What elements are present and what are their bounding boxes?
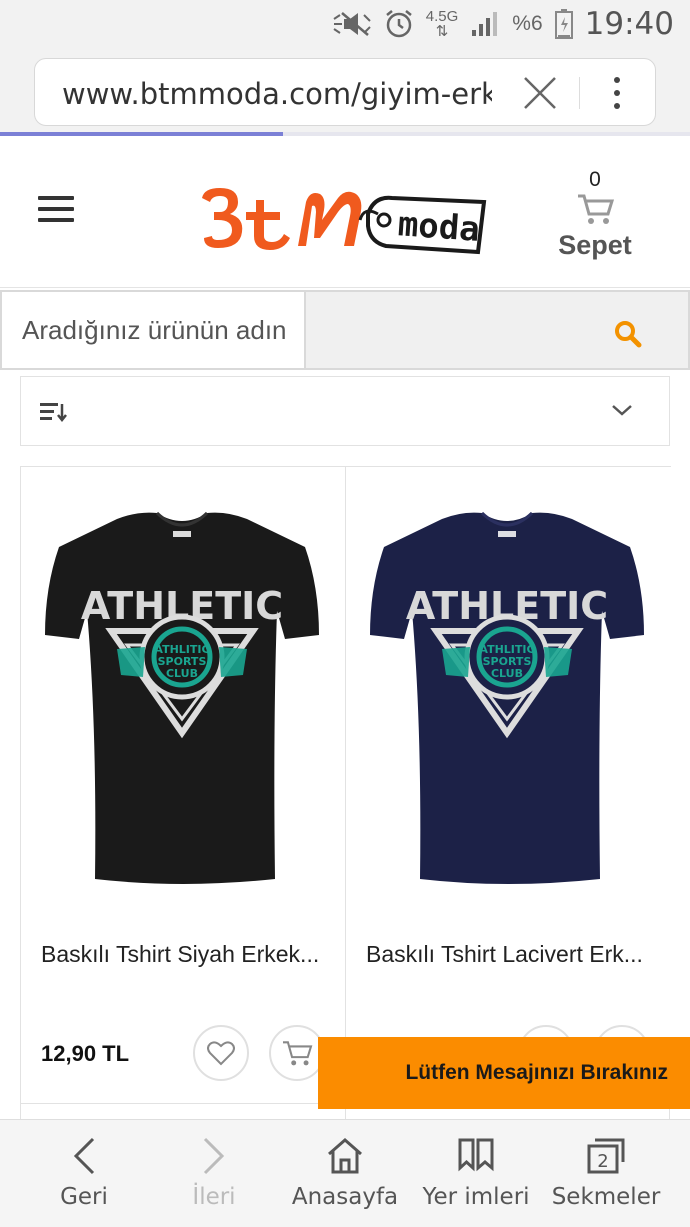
back-button[interactable]: Geri [22,1120,146,1227]
tabs-label: Sekmeler [551,1184,661,1210]
product-image[interactable]: ATHLETIC ATHLITIC SPORTS CLUB [362,507,652,887]
cart-icon [578,194,614,224]
network-type-label: 4.5G [425,8,459,25]
status-icons: 4.5G ⇅ %6 19:40 [332,6,674,42]
browser-menu-icon[interactable] [605,73,629,113]
cart-icon [283,1041,313,1066]
browser-bottom-bar: Geri İleri Anasayfa Yer imleri 2 Sekmele… [0,1119,690,1227]
battery-percent: %6 [512,12,543,35]
cart-count: 0 [589,168,601,191]
cart-button[interactable]: 0 Sepet [552,168,638,268]
product-card[interactable]: ATHLETIC ATHLITIC SPORTS CLUB Baskılı Ts… [21,466,346,1104]
tabs-icon: 2 [587,1138,625,1174]
product-name[interactable]: Baskılı Tshirt Siyah Erkek... [41,941,331,968]
cart-label: Sepet [558,230,632,260]
network-type-icon: 4.5G ⇅ [425,8,459,40]
home-icon [328,1138,362,1174]
bookmarks-label: Yer imleri [422,1184,530,1210]
url-text[interactable]: www.btmmoda.com/giyim-erkek [62,77,492,111]
signal-icon [472,12,498,36]
search-input[interactable] [2,292,306,368]
svg-text:moda: moda [397,204,481,250]
sort-dropdown[interactable] [20,376,670,446]
product-price: 12,90 TL [41,1041,130,1066]
search-icon[interactable] [614,320,642,348]
back-label: Geri [60,1184,108,1210]
bookmarks-button[interactable]: Yer imleri [414,1120,538,1227]
product-card[interactable]: ATHLETIC ATHLITIC SPORTS CLUB Baskılı Ts… [346,466,671,1104]
forward-button[interactable]: İleri [152,1120,276,1227]
back-icon [73,1137,95,1175]
btm-moda-logo[interactable]: moda [198,176,490,258]
browser-toolbar: www.btmmoda.com/giyim-erkek [0,48,690,136]
add-to-cart-button[interactable] [269,1025,325,1081]
alarm-icon [385,10,412,38]
hamburger-menu-icon[interactable] [38,196,74,222]
status-bar: 4.5G ⇅ %6 19:40 [0,0,690,48]
heart-icon [207,1041,235,1066]
tab-count: 2 [597,1151,608,1172]
product-name[interactable]: Baskılı Tshirt Lacivert Erk... [366,941,656,968]
clock: 19:40 [584,6,674,42]
product-grid: ATHLETIC ATHLITIC SPORTS CLUB Baskılı Ts… [20,466,671,1126]
bookmarks-icon [458,1138,494,1172]
url-divider [579,77,580,109]
tabs-button[interactable]: 2 Sekmeler [544,1120,668,1227]
favorite-button[interactable] [193,1025,249,1081]
forward-label: İleri [192,1184,236,1210]
search-bar [0,290,690,370]
address-bar[interactable]: www.btmmoda.com/giyim-erkek [34,58,656,126]
svg-text:CLUB: CLUB [491,667,523,680]
chevron-down-icon [612,405,632,416]
home-button[interactable]: Anasayfa [282,1120,408,1227]
clear-url-icon[interactable] [522,75,558,111]
sort-icon [40,403,67,422]
svg-text:CLUB: CLUB [166,667,198,680]
site-header: moda 0 Sepet [0,136,690,288]
mute-icon [333,12,371,36]
leave-message-button[interactable]: Lütfen Mesajınızı Bırakınız [318,1037,690,1109]
forward-icon [203,1137,225,1175]
battery-icon [554,9,573,39]
product-image[interactable]: ATHLETIC ATHLITIC SPORTS CLUB [37,507,327,887]
home-label: Anasayfa [291,1184,399,1210]
